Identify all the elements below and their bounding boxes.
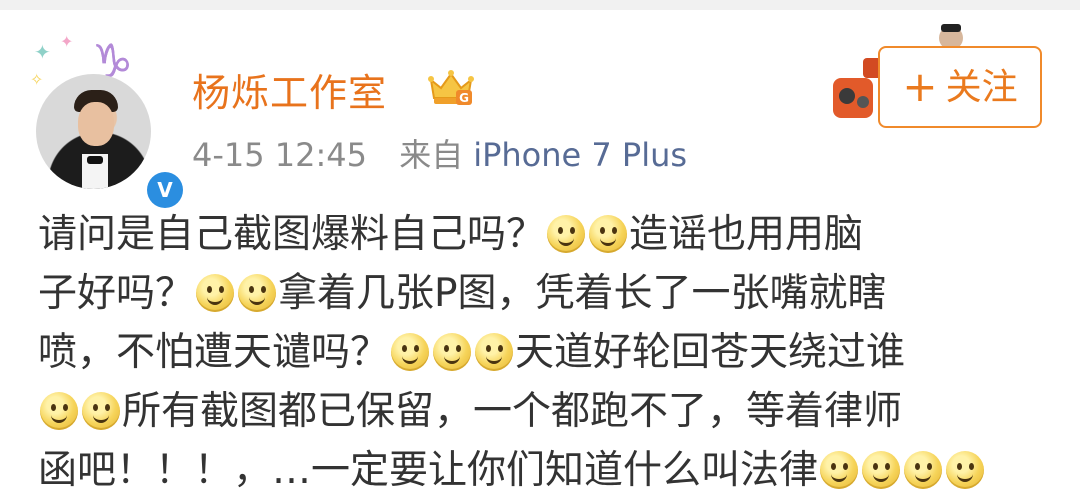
smile-emoji-icon (547, 215, 586, 253)
smile-emoji-icon (238, 274, 277, 312)
star-decoration-icon: ✧ (30, 70, 44, 89)
post-line: 所有截图都已保留，一个都跑不了，等着律师 (38, 382, 1048, 441)
post-line: 请问是自己截图爆料自己吗？ 造谣也用用脑 (38, 205, 1048, 264)
top-divider (0, 0, 1080, 10)
timestamp: 4-15 12:45 (192, 136, 368, 174)
post-meta: 4-15 12:45 来自 iPhone 7 Plus (192, 130, 687, 176)
crown-g-icon: G (428, 70, 474, 105)
post-text: 造谣也用用脑 (629, 212, 864, 257)
smile-emoji-icon (946, 451, 985, 489)
svg-text:G: G (459, 91, 469, 105)
avatar-container[interactable]: ✦ ✦ ✧ ♑ V (30, 32, 187, 212)
post-text: 天道好轮回苍天绕过谁 (515, 330, 906, 375)
smile-emoji-icon (391, 333, 430, 371)
account-name[interactable]: 杨烁工作室 (192, 62, 387, 117)
smile-emoji-icon (904, 451, 943, 489)
smile-emoji-icon (82, 392, 120, 430)
smile-emoji-icon (820, 451, 859, 489)
post-text: 子好吗？ (38, 271, 195, 316)
follow-label: 关注 (945, 67, 1018, 108)
avatar-bowtie (87, 156, 103, 164)
smile-emoji-icon (40, 392, 78, 430)
post-text: 请问是自己截图爆料自己吗？ (38, 212, 546, 257)
post-content: 请问是自己截图爆料自己吗？ 造谣也用用脑 子好吗？ 拿着几张P图，凭着长了一张嘴就瞎… (38, 205, 1048, 500)
smile-emoji-icon (862, 451, 901, 489)
post-text: 喷，不怕遭天谴吗？ (38, 330, 390, 375)
smile-emoji-icon (196, 274, 235, 312)
post-line: 函吧！！！，…一定要让你们知道什么叫法律 (38, 441, 1048, 500)
star-decoration-icon: ✦ (34, 40, 51, 64)
post-text: 拿着几张P图，凭着长了一张嘴就瞎 (278, 271, 887, 316)
source-device-link[interactable]: iPhone 7 Plus (473, 136, 687, 174)
follow-button[interactable]: + 关注 (878, 46, 1042, 128)
avatar[interactable] (36, 74, 151, 189)
avatar-face (78, 102, 114, 146)
post-text: 所有截图都已保留，一个都跑不了，等着律师 (122, 389, 903, 434)
smile-emoji-icon (433, 333, 472, 371)
post-line: 子好吗？ 拿着几张P图，凭着长了一张嘴就瞎 (38, 264, 1048, 323)
verified-v-icon: V (147, 172, 183, 208)
star-decoration-icon: ✦ (60, 32, 74, 51)
plus-icon: + (902, 62, 938, 111)
source-prefix: 来自 (399, 136, 464, 174)
smile-emoji-icon (475, 333, 514, 371)
smile-emoji-icon (589, 215, 628, 253)
post-text: 函吧！！！，…一定要让你们知道什么叫法律 (38, 448, 819, 493)
post-line: 喷，不怕遭天谴吗？ 天道好轮回苍天绕过谁 (38, 323, 1048, 382)
